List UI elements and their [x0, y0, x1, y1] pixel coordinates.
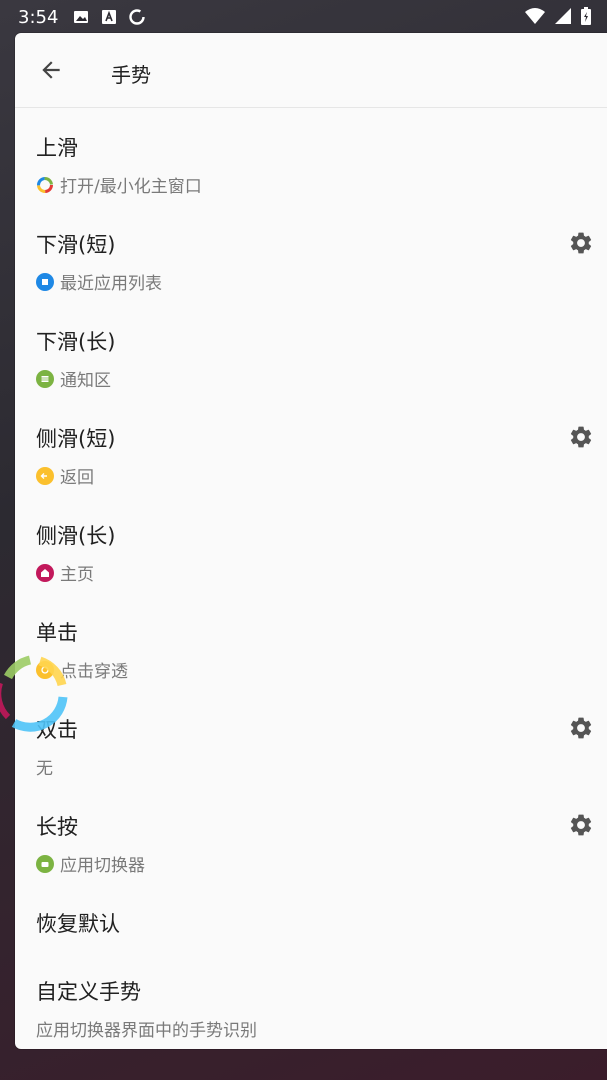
- gesture-item-subtitle: 返回: [36, 463, 94, 488]
- gesture-item-title: 下滑(短): [36, 233, 116, 257]
- gesture-item-title: 双击: [36, 718, 78, 742]
- back-button[interactable]: [35, 54, 67, 86]
- gesture-item-title: 侧滑(长): [36, 524, 116, 548]
- sync-icon: [128, 8, 146, 26]
- gesture-item-subtitle-text: 返回: [60, 468, 94, 488]
- gesture-item-title: 下滑(长): [36, 330, 116, 354]
- gesture-item-subtitle: 应用切换器界面中的手势识别: [36, 1016, 257, 1041]
- gesture-item-subtitle: 应用切换器: [36, 851, 145, 876]
- gesture-item[interactable]: 恢复默认: [15, 884, 607, 952]
- gesture-item-subtitle-text: 应用切换器界面中的手势识别: [36, 1021, 257, 1041]
- notification-icon: [36, 369, 54, 388]
- signal-icon: [555, 8, 571, 28]
- image-icon: [72, 8, 90, 26]
- page-title: 手势: [111, 63, 151, 87]
- gesture-item[interactable]: 侧滑(短) 返回: [15, 399, 607, 496]
- gesture-item-subtitle-text: 主页: [60, 565, 94, 585]
- gesture-item-subtitle: 无: [36, 754, 53, 779]
- gesture-item[interactable]: 长按应用切换器: [15, 787, 607, 884]
- gesture-item-subtitle: 点击穿透: [36, 657, 128, 682]
- gesture-item-title: 自定义手势: [36, 980, 141, 1004]
- gesture-item-title: 单击: [36, 621, 78, 645]
- battery-charging-icon: [581, 7, 591, 29]
- gesture-item-title: 长按: [36, 815, 78, 839]
- gesture-item[interactable]: 上滑打开/最小化主窗口: [15, 108, 607, 205]
- gear-icon[interactable]: [567, 714, 595, 742]
- arrow-back-icon: [42, 61, 60, 79]
- gesture-item-subtitle: 最近应用列表: [36, 269, 162, 294]
- gesture-item-title: 侧滑(短): [36, 427, 116, 451]
- gesture-item[interactable]: 下滑(短) 最近应用列表: [15, 205, 607, 302]
- gestures-panel: 手势 上滑打开/最小化主窗口下滑(短) 最近应用列表下滑(长) 通知区侧滑(短) 返回…: [15, 33, 607, 1049]
- gesture-item-subtitle-text: 点击穿透: [60, 662, 128, 682]
- gesture-item-subtitle-text: 通知区: [60, 371, 111, 391]
- gesture-item-subtitle-text: 最近应用列表: [60, 274, 162, 294]
- gear-icon[interactable]: [567, 229, 595, 257]
- gesture-item[interactable]: 下滑(长) 通知区: [15, 302, 607, 399]
- recents-icon: [36, 272, 54, 291]
- ring-multicolor-icon: [36, 176, 54, 194]
- tap-through-icon: [36, 660, 54, 679]
- wifi-icon: [525, 8, 545, 28]
- gesture-item-subtitle: 通知区: [36, 366, 111, 391]
- status-time: 3:54: [18, 6, 59, 28]
- gesture-item-subtitle-text: 应用切换器: [60, 856, 145, 876]
- gesture-item[interactable]: 单击点击穿透: [15, 593, 607, 690]
- gesture-item-subtitle: 打开/最小化主窗口: [36, 172, 202, 197]
- back-arrow-icon: [36, 466, 54, 485]
- gesture-item-subtitle: 主页: [36, 560, 94, 585]
- gesture-item[interactable]: 双击无: [15, 690, 607, 787]
- gear-icon[interactable]: [567, 423, 595, 451]
- gesture-list: 上滑 打开/最小化主窗口 下滑(短) 最近应用列表 下滑(长) 通知区 侧滑(短) 返回 侧滑(…: [15, 108, 607, 1049]
- gesture-item[interactable]: 侧滑(长) 主页: [15, 496, 607, 593]
- gesture-item-title: 上滑: [36, 136, 78, 160]
- app-switcher-icon: [36, 854, 54, 873]
- gesture-item-subtitle-text: 打开/最小化主窗口: [60, 177, 202, 197]
- app-bar: 手势: [15, 33, 607, 108]
- gear-icon[interactable]: [567, 811, 595, 839]
- home-icon: [36, 563, 54, 582]
- gesture-item-title: 恢复默认: [36, 912, 120, 936]
- gesture-item-subtitle-text: 无: [36, 759, 53, 779]
- status-bar: 3:54: [0, 0, 607, 34]
- text-a-icon: [100, 8, 118, 26]
- gesture-item[interactable]: 自定义手势应用切换器界面中的手势识别: [15, 952, 607, 1049]
